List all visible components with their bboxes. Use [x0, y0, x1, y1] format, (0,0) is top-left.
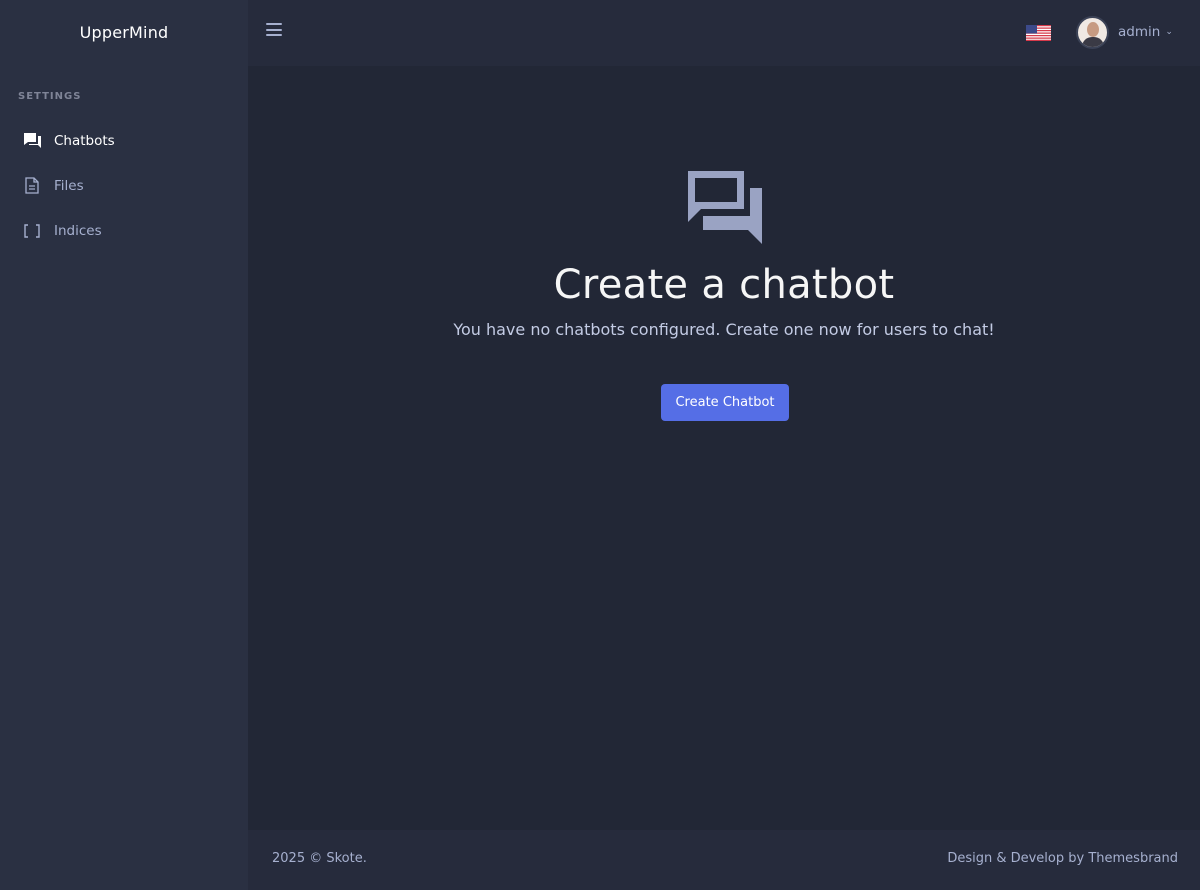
sidebar-item-files[interactable]: Files	[0, 163, 248, 208]
footer-copyright: 2025 © Skote.	[272, 851, 367, 866]
chat-bubbles-icon	[22, 131, 42, 151]
footer-credit: Design & Develop by Themesbrand	[947, 851, 1178, 866]
sidebar-nav: Chatbots Files Indices	[0, 118, 248, 253]
sidebar-item-label: Chatbots	[54, 132, 115, 149]
username[interactable]: admin	[1118, 24, 1160, 40]
user-menu[interactable]: admin ⌄	[1076, 15, 1173, 49]
avatar[interactable]	[1076, 15, 1109, 49]
brand-logo[interactable]: UpperMind	[0, 0, 248, 64]
topbar: admin ⌄	[248, 0, 1200, 66]
sidebar-item-label: Files	[54, 177, 84, 194]
footer: 2025 © Skote. Design & Develop by Themes…	[248, 830, 1200, 890]
sidebar: UpperMind SETTINGS Chatbots Files Indice…	[0, 0, 248, 890]
empty-state-description: You have no chatbots configured. Create …	[453, 320, 995, 339]
brackets-icon	[22, 221, 42, 241]
us-flag-icon[interactable]	[1026, 25, 1051, 41]
sidebar-item-chatbots[interactable]: Chatbots	[0, 118, 248, 163]
chat-bubbles-icon	[687, 170, 763, 246]
hamburger-icon[interactable]	[266, 23, 282, 39]
chevron-down-icon[interactable]: ⌄	[1165, 27, 1173, 37]
sidebar-item-indices[interactable]: Indices	[0, 208, 248, 253]
sidebar-item-label: Indices	[54, 222, 102, 239]
create-chatbot-button[interactable]: Create Chatbot	[661, 384, 789, 421]
file-icon	[22, 176, 42, 196]
main-content: Create a chatbot You have no chatbots co…	[248, 66, 1200, 830]
menu-section-title: SETTINGS	[18, 91, 82, 102]
empty-state-title: Create a chatbot	[553, 262, 895, 308]
